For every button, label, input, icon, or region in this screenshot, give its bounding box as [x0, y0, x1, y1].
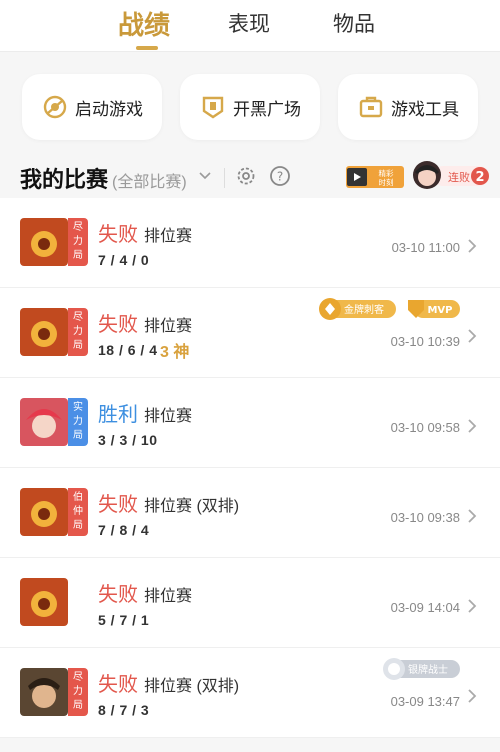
kda: 5 / 7 / 1 [98, 612, 150, 628]
tab-performance[interactable]: 表现 [228, 8, 270, 38]
match-result: 失败 [98, 314, 138, 336]
kda: 8 / 7 / 3 [98, 702, 150, 718]
top-tab-bar: 战绩 表现 物品 [0, 0, 500, 52]
match-time: 03-10 09:38 [390, 510, 460, 525]
kda: 7 / 4 / 0 [98, 252, 150, 268]
svg-text:银牌战士: 银牌战士 [408, 663, 448, 676]
match-row[interactable]: 尽 力 局 失败 排位赛 (双排) 8 / 7 / 3 银牌战士 03-09 1… [0, 648, 500, 738]
match-time: 03-10 11:00 [391, 240, 460, 255]
highlight-moments-badge[interactable]: 精彩 时刻 [346, 166, 404, 188]
match-type: 排位赛 [144, 318, 193, 335]
match-type: 排位赛 [144, 408, 193, 425]
silver-warrior-medal: 银牌战士 [383, 658, 460, 680]
help-icon[interactable]: ? [268, 164, 292, 188]
kda: 3 / 3 / 10 [98, 432, 158, 448]
match-row[interactable]: 失败 排位赛 5 / 7 / 1 03-09 14:04 [0, 558, 500, 648]
active-tab-indicator [136, 46, 158, 50]
team-plaza-icon [202, 96, 224, 119]
match-quality-tag: 实 力 局 [68, 398, 88, 446]
match-quality-tag: 伯 仲 局 [68, 488, 88, 536]
svg-text:连败: 连败 [448, 170, 470, 184]
match-result: 失败 [98, 674, 138, 696]
match-list: 尽 力 局 失败 排位赛 7 / 4 / 0 03-10 11:00 尽 力 局… [0, 198, 500, 738]
hero-avatar [20, 308, 68, 356]
svg-text:MVP: MVP [427, 305, 452, 316]
match-result: 失败 [98, 494, 138, 516]
chevron-right-icon [468, 239, 477, 253]
chevron-right-icon [468, 419, 477, 433]
match-row[interactable]: 尽 力 局 失败 排位赛 18 / 6 / 4 3 神 金牌刺客 MVP 03-… [0, 288, 500, 378]
match-time: 03-09 14:04 [390, 600, 460, 615]
match-filter-dropdown[interactable]: (全部比赛) [112, 168, 187, 192]
match-row[interactable]: 伯 仲 局 失败 排位赛 (双排) 7 / 8 / 4 03-10 09:38 [0, 468, 500, 558]
tab-record[interactable]: 战绩 [118, 5, 170, 42]
match-type: 排位赛 (双排) [144, 678, 240, 695]
match-quality-tag: 尽 力 局 [68, 308, 88, 356]
tab-items[interactable]: 物品 [333, 8, 375, 38]
chevron-right-icon [468, 599, 477, 613]
svg-text:时刻: 时刻 [379, 177, 394, 187]
launch-game-button[interactable]: 启动游戏 [22, 74, 162, 140]
svg-text:金牌刺客: 金牌刺客 [344, 303, 384, 316]
match-result: 失败 [98, 584, 138, 606]
hero-avatar [20, 578, 68, 626]
game-tools-label: 游戏工具 [391, 99, 459, 119]
svg-text:精彩: 精彩 [379, 168, 394, 178]
team-plaza-button[interactable]: 开黑广场 [180, 74, 320, 140]
game-tools-button[interactable]: 游戏工具 [338, 74, 478, 140]
gear-icon[interactable] [234, 164, 258, 188]
match-row[interactable]: 尽 力 局 失败 排位赛 7 / 4 / 0 03-10 11:00 [0, 198, 500, 288]
chevron-down-icon[interactable] [198, 169, 212, 183]
match-result: 胜利 [98, 404, 138, 426]
match-time: 03-10 10:39 [390, 334, 460, 349]
match-time: 03-09 13:47 [390, 694, 460, 709]
match-type: 排位赛 [144, 588, 193, 605]
gold-assassin-medal: 金牌刺客 [319, 298, 396, 320]
svg-text:2: 2 [475, 170, 484, 185]
my-matches-header: 我的比赛 (全部比赛) ? 精彩 时刻 连败 2 [20, 160, 490, 196]
match-time: 03-10 09:58 [390, 420, 460, 435]
launch-game-label: 启动游戏 [75, 99, 143, 119]
mvp-medal: MVP [408, 300, 460, 318]
losing-streak-badge[interactable]: 连败 2 [411, 160, 491, 190]
section-title: 我的比赛 [20, 167, 109, 192]
hero-avatar [20, 398, 68, 446]
hero-avatar [20, 488, 68, 536]
svg-text:?: ? [277, 170, 283, 184]
divider [224, 168, 225, 188]
match-result: 失败 [98, 224, 138, 246]
match-row[interactable]: 实 力 局 胜利 排位赛 3 / 3 / 10 03-10 09:58 [0, 378, 500, 468]
match-quality-tag: 尽 力 局 [68, 668, 88, 716]
chevron-right-icon [468, 329, 477, 343]
chevron-right-icon [468, 689, 477, 703]
toolbox-icon [359, 96, 383, 118]
match-quality-tag: 尽 力 局 [68, 218, 88, 266]
match-type: 排位赛 (双排) [144, 498, 240, 515]
team-plaza-label: 开黑广场 [233, 99, 301, 119]
hero-avatar [20, 668, 68, 716]
hero-avatar [20, 218, 68, 266]
kda: 18 / 6 / 4 [98, 342, 158, 358]
kda: 7 / 8 / 4 [98, 522, 150, 538]
match-type: 排位赛 [144, 228, 193, 245]
launch-game-icon [43, 95, 67, 119]
chevron-right-icon [468, 509, 477, 523]
godlike-count: 3 神 [160, 344, 190, 361]
